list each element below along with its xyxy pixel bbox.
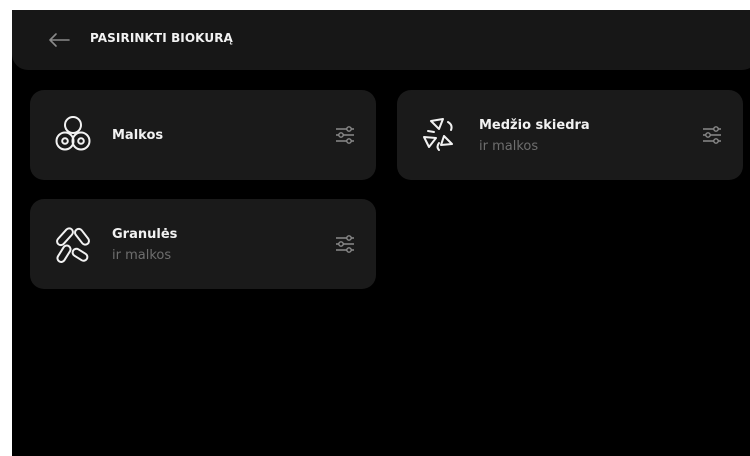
firewood-icon xyxy=(55,116,91,151)
option-card-pellets[interactable]: Granulės ir malkos xyxy=(30,199,376,289)
option-title: Medžio skiedra xyxy=(479,118,590,133)
pellets-icon xyxy=(56,227,90,263)
option-subtitle: ir malkos xyxy=(479,139,539,154)
option-title: Granulės xyxy=(112,227,178,242)
wood-chips-icon xyxy=(423,118,453,151)
app-screen: PASIRINKTI BIOKURĄ Malkos Medžio skiedra… xyxy=(12,10,750,456)
sliders-icon[interactable] xyxy=(701,124,723,146)
option-subtitle: ir malkos xyxy=(112,248,172,263)
option-card-wood-chips[interactable]: Medžio skiedra ir malkos xyxy=(397,90,743,180)
option-title: Malkos xyxy=(112,128,164,143)
arrow-left-icon xyxy=(49,33,70,47)
sliders-icon[interactable] xyxy=(334,233,356,255)
header-bar: PASIRINKTI BIOKURĄ xyxy=(12,10,750,70)
option-card-firewood[interactable]: Malkos xyxy=(30,90,376,180)
page-title: PASIRINKTI BIOKURĄ xyxy=(90,31,233,45)
sliders-icon[interactable] xyxy=(334,124,356,146)
back-button[interactable] xyxy=(42,26,76,54)
